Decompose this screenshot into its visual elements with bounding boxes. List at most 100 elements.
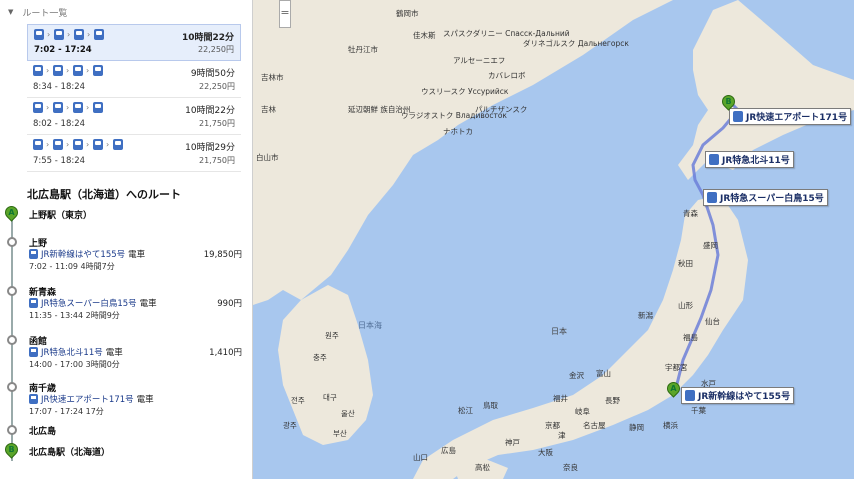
route-heading: 北広島駅（北海道）へのルート <box>27 188 181 201</box>
route-option-1[interactable]: › › › 10時間22分 7:02 - 17:24 22,250円 <box>27 24 241 61</box>
train-name[interactable]: JR特急北斗11号 <box>41 346 103 358</box>
place-label: 福井 <box>553 394 568 403</box>
separator-icon: › <box>46 66 50 75</box>
place-label: ダリネゴルスク Дальнегорск <box>523 39 629 48</box>
place-label: パルチザンスク <box>475 105 528 114</box>
train-icon <box>93 65 103 76</box>
train-name[interactable]: JR快速エアポート171号 <box>41 393 134 405</box>
step-node-icon <box>7 237 17 247</box>
place-label: 仙台 <box>705 317 720 326</box>
place-label: 福島 <box>683 333 698 342</box>
route-duration: 10時間29分 <box>185 143 235 153</box>
separator-icon: › <box>67 30 71 39</box>
train-icon <box>93 139 103 150</box>
train-icon <box>93 102 103 113</box>
route-fare: 22,250円 <box>199 82 235 91</box>
place-label: 奈良 <box>563 463 578 472</box>
place-label: 津 <box>558 431 566 440</box>
place-label: 白山市 <box>256 153 279 162</box>
place-label: 名古屋 <box>583 421 606 430</box>
place-label: 富山 <box>596 369 611 378</box>
step-node-icon <box>7 335 17 345</box>
place-label: 鳥取 <box>483 401 498 410</box>
route-option-4[interactable]: › › › › 10時間29分 7:55 - 18:24 21,750円 <box>27 135 241 172</box>
start-station: 上野駅（東京） <box>29 211 93 221</box>
train-icon <box>73 65 83 76</box>
train-type: 電車 <box>139 299 157 309</box>
route-fare: 21,750円 <box>199 119 235 128</box>
train-type: 電車 <box>136 395 154 405</box>
train-icon <box>73 139 83 150</box>
separator-icon: › <box>86 103 90 112</box>
train-icon <box>707 192 717 203</box>
train-icon <box>53 102 63 113</box>
route-duration: 9時間50分 <box>190 69 235 79</box>
place-label: 静岡 <box>629 423 644 432</box>
place-label: 千葉 <box>691 406 706 415</box>
route-duration: 10時間22分 <box>181 33 234 43</box>
route-times: 7:55 - 18:24 <box>33 156 86 166</box>
end-station: 北広島駅（北海道） <box>29 448 111 458</box>
step-train-line: JR特急スーパー白鳥15号 電車 <box>29 297 157 309</box>
route-times: 8:02 - 18:24 <box>33 119 86 129</box>
place-label: 横浜 <box>663 421 678 430</box>
step-time: 7:02 - 11:09 4時間7分 <box>29 262 115 271</box>
separator-icon: › <box>86 140 90 149</box>
route-callout-super-hakucho[interactable]: JR特急スーパー白鳥15号 <box>703 189 828 206</box>
place-label: ウスリースク Уссурийск <box>421 87 509 96</box>
place-label: 長野 <box>605 396 620 405</box>
place-label: 盛岡 <box>703 241 718 250</box>
place-label: 松江 <box>458 406 473 415</box>
step-train-line: JR新幹線はやて155号 電車 <box>29 248 145 260</box>
route-option-2[interactable]: › › › 9時間50分 8:34 - 18:24 22,250円 <box>27 61 241 98</box>
separator-icon: › <box>66 66 70 75</box>
place-label: 新潟 <box>638 311 653 320</box>
place-label: 宇都宮 <box>665 363 688 372</box>
step-fare: 1,410円 <box>209 348 242 358</box>
train-icon <box>709 154 719 165</box>
map-marker-a-icon[interactable]: A <box>664 379 683 400</box>
route-callout-hayate[interactable]: JR新幹線はやて155号 <box>681 387 795 404</box>
train-name[interactable]: JR新幹線はやて155号 <box>41 248 125 260</box>
place-label: 青森 <box>683 209 698 218</box>
directions-panel: ▼ ルート一覧 › › › 10時間22分 7:02 - 17:24 22,25… <box>0 0 253 479</box>
train-icon <box>29 347 38 357</box>
route-callout-airport[interactable]: JR快速エアポート171号 <box>729 108 852 125</box>
step-station: 北広島 <box>29 427 57 437</box>
train-icon <box>54 29 64 40</box>
train-type: 電車 <box>128 250 146 260</box>
step-fare: 19,850円 <box>203 250 242 260</box>
train-icon <box>33 65 43 76</box>
train-icon <box>74 29 84 40</box>
route-option-3[interactable]: › › › 10時間22分 8:02 - 18:24 21,750円 <box>27 98 241 135</box>
train-name[interactable]: JR特急スーパー白鳥15号 <box>41 297 137 309</box>
route-duration: 10時間22分 <box>185 106 235 116</box>
place-label: 吉林市 <box>261 73 284 82</box>
separator-icon: › <box>66 103 70 112</box>
train-icon <box>29 394 38 404</box>
place-label: 秋田 <box>678 259 693 268</box>
map-view[interactable]: = 鶴岡市 佳木斯 牡丹江市 吉林市 吉林 白山市 延辺朝鮮 族自治州 ウラジオ… <box>253 0 854 479</box>
zoom-slider[interactable]: = <box>279 0 291 28</box>
place-label: 전주 <box>291 396 305 405</box>
place-label: 大阪 <box>538 448 553 457</box>
train-icon <box>33 102 43 113</box>
place-label: 吉林 <box>261 105 276 114</box>
collapse-arrow-icon[interactable]: ▼ <box>8 8 13 16</box>
map-marker-b-icon[interactable]: B <box>719 92 738 113</box>
place-label: 山形 <box>678 301 693 310</box>
place-label: 神戸 <box>505 438 520 447</box>
route-fare: 21,750円 <box>199 156 235 165</box>
train-icon <box>94 29 104 40</box>
step-fare: 990円 <box>217 299 242 309</box>
route-times: 8:34 - 18:24 <box>33 82 86 92</box>
train-icon <box>53 139 63 150</box>
place-label: 金沢 <box>569 371 584 380</box>
place-label: 高松 <box>475 463 490 472</box>
train-icon <box>33 139 43 150</box>
route-callout-hokuto[interactable]: JR特急北斗11号 <box>705 151 794 168</box>
routes-header[interactable]: ▼ ルート一覧 <box>0 0 252 24</box>
train-icon <box>685 390 695 401</box>
step-time: 11:35 - 13:44 2時間9分 <box>29 311 120 320</box>
route-fare: 22,250円 <box>198 45 234 54</box>
